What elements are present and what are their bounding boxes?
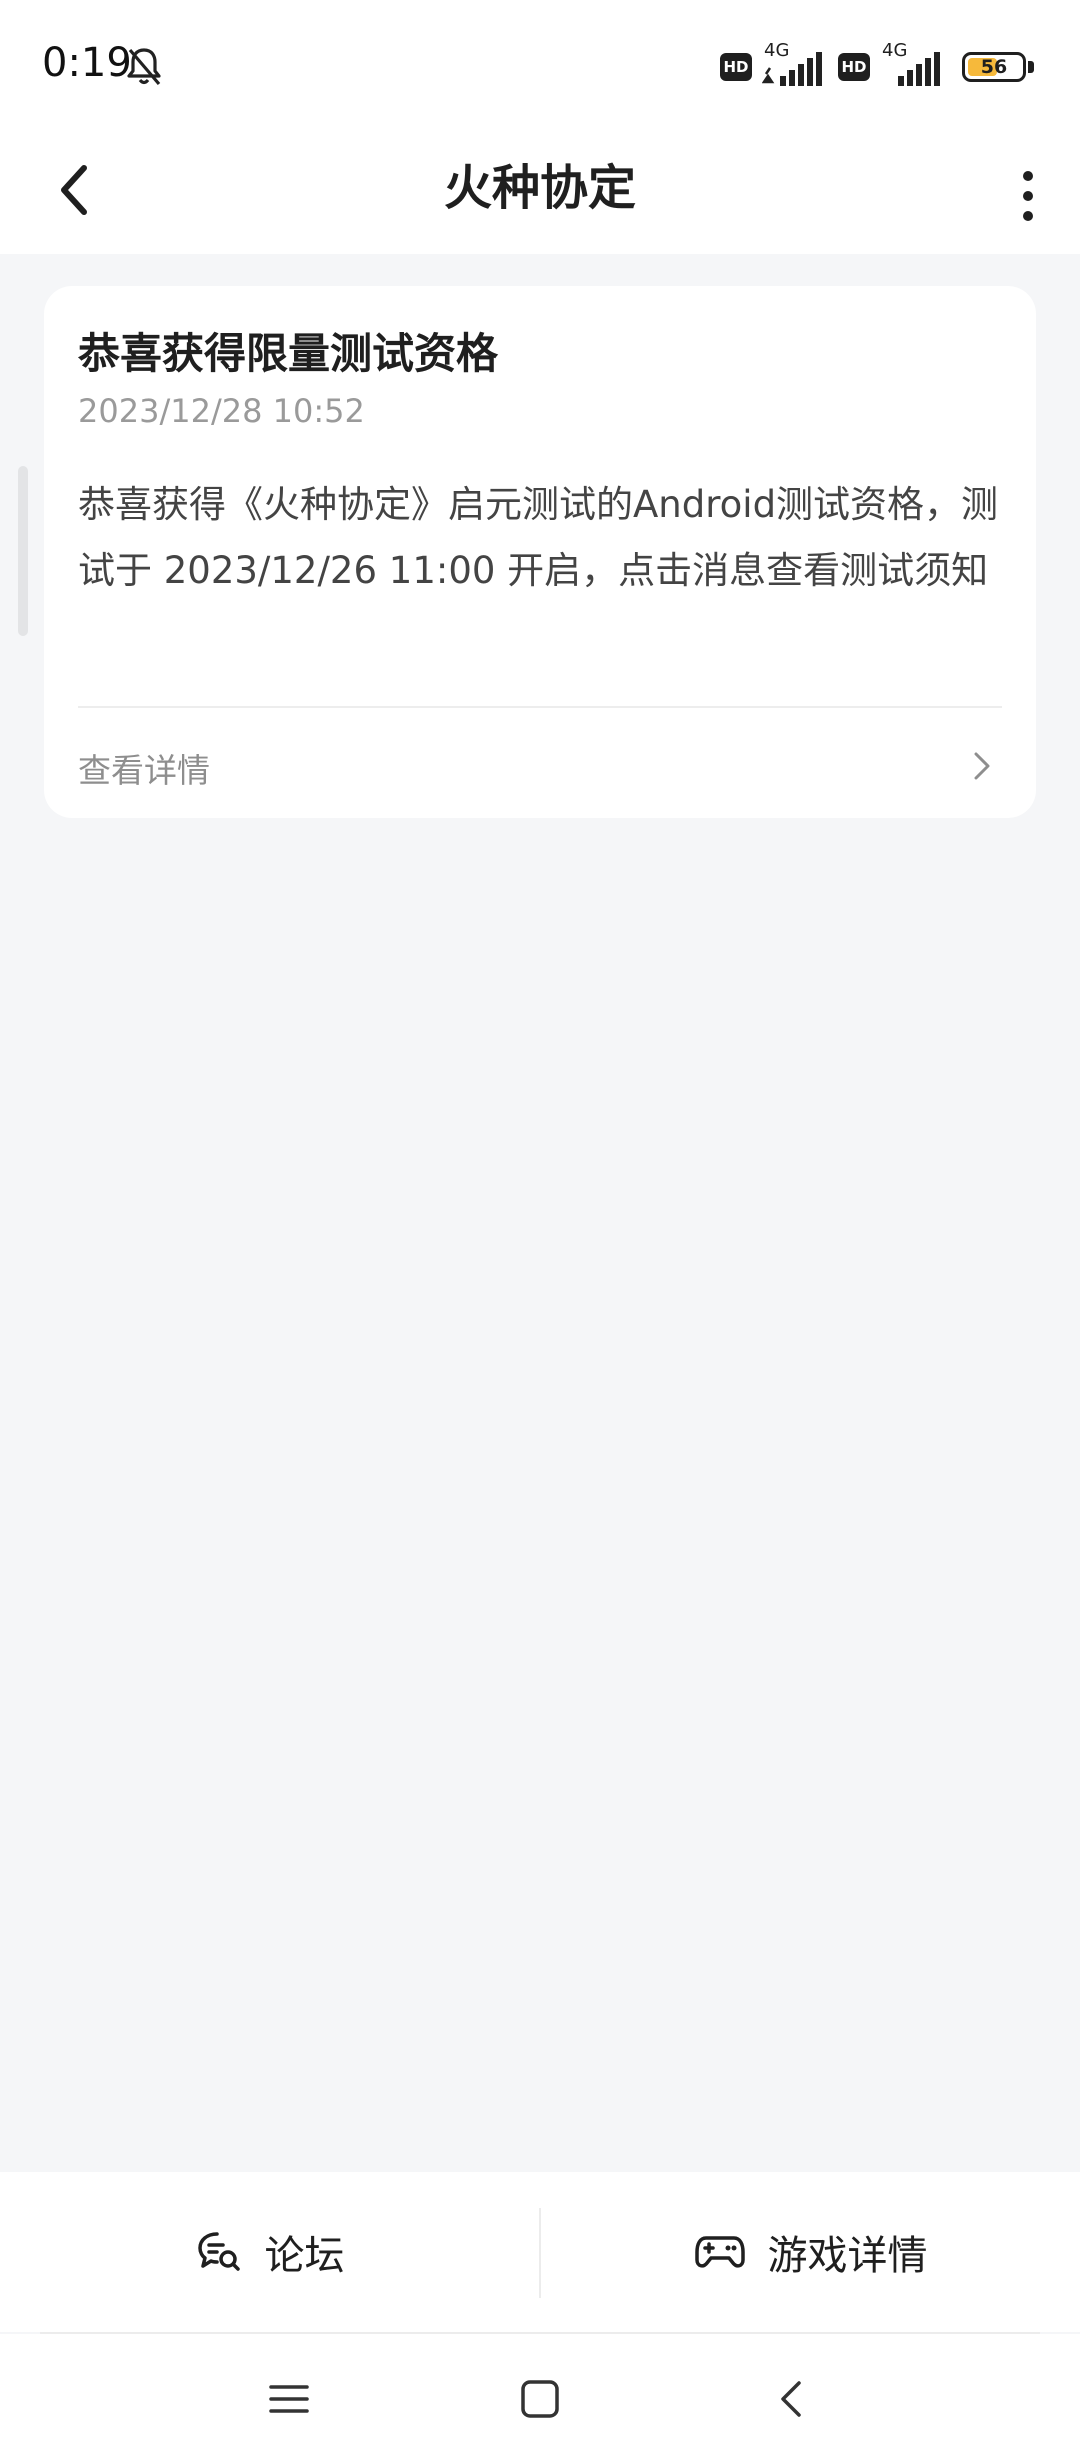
chevron-right-icon[interactable]: [962, 746, 1002, 786]
home-square-icon: [521, 2380, 559, 2418]
battery-level: 56: [980, 56, 1008, 78]
forum-label: 论坛: [264, 2233, 345, 2279]
bell-muted-icon: [127, 48, 161, 86]
message-body: 恭喜获得《火种协定》启元测试的Android测试资格，测试于 2023/12/2…: [78, 483, 999, 592]
chat-search-icon: [197, 2232, 240, 2271]
more-options-button[interactable]: [980, 150, 1060, 230]
message-title: 恭喜获得限量测试资格: [78, 329, 499, 378]
signal-group-1: 4G: [762, 40, 828, 90]
message-timestamp: 2023/12/28 10:52: [78, 392, 365, 430]
signal-icon-2: [898, 52, 940, 86]
hd-badge-2: HD: [838, 53, 870, 81]
signal-icon: [762, 52, 822, 86]
system-navigation-bar: [0, 2334, 1080, 2460]
battery-indicator: 56: [962, 52, 1026, 82]
back-triangle-icon: [781, 2381, 801, 2417]
card-divider: [78, 706, 1002, 708]
scroll-indicator: [18, 466, 28, 636]
more-vertical-icon: [1023, 171, 1033, 221]
signal-group-2: 4G: [880, 40, 946, 90]
message-card[interactable]: 恭喜获得限量测试资格 2023/12/28 10:52 恭喜获得《火种协定》启元…: [44, 286, 1036, 818]
page-title: 火种协定: [443, 160, 636, 216]
bottom-action-bar: 论坛 游戏详情: [0, 2172, 1080, 2332]
menu-icon: [269, 2385, 309, 2413]
status-bar: 0:19 HD 4G HD 4G 56: [0, 0, 1080, 130]
recents-button[interactable]: [254, 2364, 324, 2434]
view-details-link[interactable]: 查看详情: [78, 744, 210, 792]
app-header: 火种协定: [0, 130, 1080, 254]
home-button[interactable]: [505, 2364, 575, 2434]
game-details-label: 游戏详情: [767, 2233, 928, 2279]
status-indicators: HD 4G HD 4G 56: [720, 40, 1034, 90]
game-details-button[interactable]: 游戏详情: [541, 2172, 1080, 2332]
forum-button[interactable]: 论坛: [0, 2172, 539, 2332]
system-back-button[interactable]: [756, 2364, 826, 2434]
battery-tip: [1028, 61, 1034, 73]
status-time: 0:19: [42, 40, 132, 86]
hd-badge: HD: [720, 53, 752, 81]
gamepad-icon: [694, 2236, 745, 2268]
